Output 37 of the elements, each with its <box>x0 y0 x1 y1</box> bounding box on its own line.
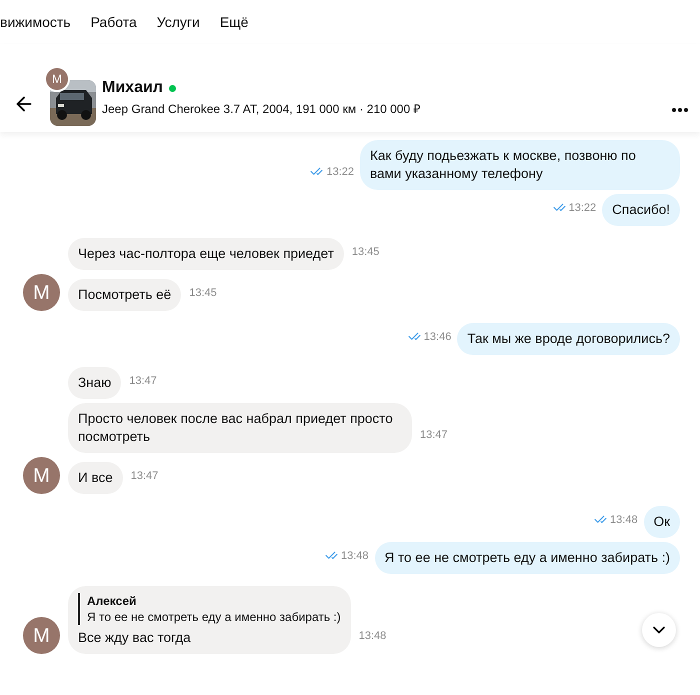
scroll-down-button[interactable] <box>642 613 676 647</box>
message-time: 13:22 <box>326 164 354 180</box>
more-button[interactable] <box>672 108 688 112</box>
message-time: 13:45 <box>189 286 217 300</box>
nav-link[interactable]: Ещё <box>220 12 248 32</box>
listing-subtitle: Jeep Grand Cherokee 3.7 AT, 2004, 191 000 км · 210 000 ₽ <box>102 101 420 118</box>
message-time: 13:48 <box>358 628 386 644</box>
message-text: Посмотреть её <box>78 286 172 304</box>
message-text: Просто человек после вас набрал приедет просто посмотреть <box>78 410 394 446</box>
quote-text: Я то ее не смотреть еду а именно забирать :) <box>87 609 341 625</box>
message-time: 13:48 <box>340 548 369 564</box>
message-bubble: Так мы же вроде договорились? <box>457 323 680 355</box>
message-time: 13:46 <box>424 330 452 344</box>
message-time: 13:45 <box>352 244 380 260</box>
message-bubble: Я то ее не смотреть еду а именно забирать :) <box>374 542 680 574</box>
nav-link[interactable]: вижимость <box>0 12 71 32</box>
message-text: Знаю <box>78 374 112 392</box>
quote-author: Алексей <box>87 593 138 609</box>
message-bubble: Ок <box>644 506 680 538</box>
message-time: 13:47 <box>129 374 157 388</box>
message-bubble: Спасибо! <box>602 194 680 226</box>
message-time: 13:47 <box>420 428 448 442</box>
message-time: 13:22 <box>568 200 596 216</box>
contact-name: Михаил <box>102 78 163 98</box>
message-text: И все <box>78 469 113 487</box>
message-text: Через час-полтора еще человек приедет <box>78 245 334 263</box>
nav-link[interactable]: Услуги <box>156 12 200 32</box>
avatar: М <box>46 68 68 90</box>
more-icon <box>672 108 688 112</box>
message-time: 13:47 <box>130 468 158 484</box>
message-text: Все жду вас тогда <box>78 629 192 647</box>
message-time: 13:48 <box>610 512 638 528</box>
nav-link[interactable]: Работа <box>90 12 137 32</box>
message-bubble: Как буду подьезжать к москве, позвоню по вами указанному телефону <box>360 140 680 190</box>
avatar: М <box>23 457 60 494</box>
avatar: М <box>23 274 60 311</box>
avatar: М <box>23 617 60 654</box>
